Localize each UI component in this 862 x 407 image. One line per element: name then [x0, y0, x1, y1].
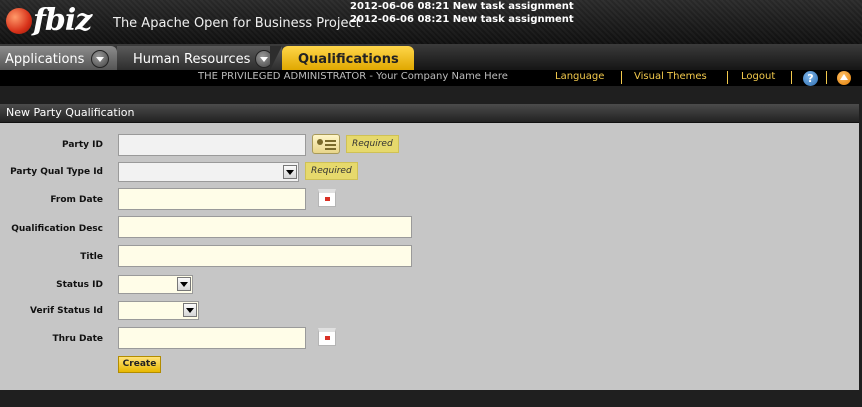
title-label: Title	[80, 252, 103, 262]
notification-list: 2012-06-06 08:21 New task assignment 201…	[350, 0, 574, 26]
verif-status-id-select[interactable]	[118, 301, 199, 320]
dropdown-arrow-icon[interactable]	[183, 303, 197, 317]
tab-applications-label: Applications	[5, 52, 85, 67]
dropdown-arrow-icon[interactable]	[283, 165, 297, 179]
divider	[826, 71, 827, 84]
required-badge: Required	[346, 135, 399, 153]
ofbiz-logo[interactable]: fbiz	[6, 3, 92, 39]
party-id-input[interactable]	[118, 134, 306, 156]
language-link[interactable]: Language	[555, 71, 604, 82]
dropdown-arrow-icon[interactable]	[177, 277, 191, 291]
help-icon[interactable]: ?	[803, 71, 818, 86]
user-name: THE PRIVILEGED ADMINISTRATOR - Your Comp…	[198, 71, 508, 82]
tab-qualifications-label: Qualifications	[298, 52, 399, 67]
divider	[727, 71, 728, 84]
from-date-label: From Date	[50, 195, 103, 205]
tab-human-resources-label: Human Resources	[133, 52, 251, 67]
visual-themes-link[interactable]: Visual Themes	[634, 71, 707, 82]
party-qual-type-id-label: Party Qual Type Id	[10, 167, 103, 177]
lookup-icon[interactable]	[312, 134, 340, 154]
tab-human-resources[interactable]: Human Resources	[117, 46, 282, 70]
app-header: fbiz The Apache Open for Business Projec…	[0, 0, 862, 44]
thru-date-input[interactable]	[118, 327, 306, 349]
chevron-down-icon[interactable]	[91, 50, 109, 68]
party-qual-type-id-select[interactable]	[118, 162, 299, 182]
status-id-select[interactable]	[118, 275, 193, 294]
party-id-label: Party ID	[62, 140, 103, 150]
tab-bar: Applications Human Resources Qualificati…	[0, 44, 862, 70]
from-date-input[interactable]	[118, 188, 306, 210]
panel-title: New Party Qualification	[6, 106, 135, 119]
logo-text: fbiz	[33, 3, 92, 38]
logo-mark-icon	[6, 8, 32, 34]
notification-item[interactable]: 2012-06-06 08:21 New task assignment	[350, 13, 574, 26]
tab-qualifications[interactable]: Qualifications	[270, 46, 414, 70]
create-button[interactable]: Create	[118, 356, 161, 373]
panel-header: New Party Qualification	[0, 104, 859, 123]
logout-link[interactable]: Logout	[741, 71, 775, 82]
qualification-desc-label: Qualification Desc	[11, 224, 103, 234]
divider	[621, 71, 622, 84]
scroll-up-icon[interactable]	[837, 71, 851, 85]
title-input[interactable]	[118, 245, 412, 267]
divider	[791, 71, 792, 84]
status-id-label: Status ID	[56, 280, 103, 290]
verif-status-id-label: Verif Status Id	[30, 306, 103, 316]
qualification-desc-input[interactable]	[118, 216, 412, 238]
required-badge: Required	[305, 162, 358, 180]
notification-item[interactable]: 2012-06-06 08:21 New task assignment	[350, 0, 574, 13]
user-bar: THE PRIVILEGED ADMINISTRATOR - Your Comp…	[0, 70, 862, 86]
thru-date-label: Thru Date	[52, 334, 103, 344]
new-party-qualification-panel: New Party Qualification Party ID Require…	[0, 104, 859, 390]
tagline: The Apache Open for Business Project	[113, 16, 361, 31]
calendar-icon[interactable]	[318, 328, 336, 346]
calendar-icon[interactable]	[318, 189, 336, 207]
tab-applications[interactable]: Applications	[0, 46, 117, 70]
